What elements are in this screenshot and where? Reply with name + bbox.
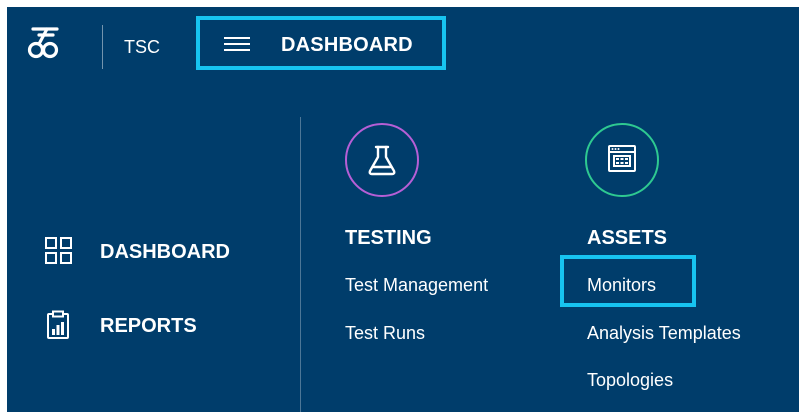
app-logo-icon[interactable] [27,24,63,60]
analysis-templates-link[interactable]: Analysis Templates [587,323,741,343]
header-divider [102,25,103,69]
assets-heading: ASSETS [587,227,668,249]
app-window: TSC DASHBOARD DASHBOARD REPORTS TESTING … [7,7,799,412]
testing-heading: TESTING [345,227,432,249]
server-window-icon [585,123,659,197]
report-icon [44,310,74,340]
monitors-highlight[interactable] [560,255,696,307]
test-runs-link[interactable]: Test Runs [345,323,425,343]
test-management-link[interactable]: Test Management [345,275,488,295]
grid-icon [44,236,74,266]
sidebar: DASHBOARD REPORTS [7,117,299,412]
brand-name: TSC [124,37,160,57]
top-bar: TSC DASHBOARD [7,7,799,87]
topologies-link[interactable]: Topologies [587,370,673,390]
sidebar-item-reports[interactable]: REPORTS [44,310,284,344]
sidebar-item-label: REPORTS [100,315,197,337]
panel-divider [300,117,301,412]
dashboard-menu-toggle[interactable]: DASHBOARD [196,16,446,70]
hamburger-icon[interactable] [224,36,250,52]
menu-title: DASHBOARD [281,34,413,56]
flask-icon [345,123,419,197]
sidebar-item-dashboard[interactable]: DASHBOARD [44,236,284,270]
sidebar-item-label: DASHBOARD [100,241,230,263]
